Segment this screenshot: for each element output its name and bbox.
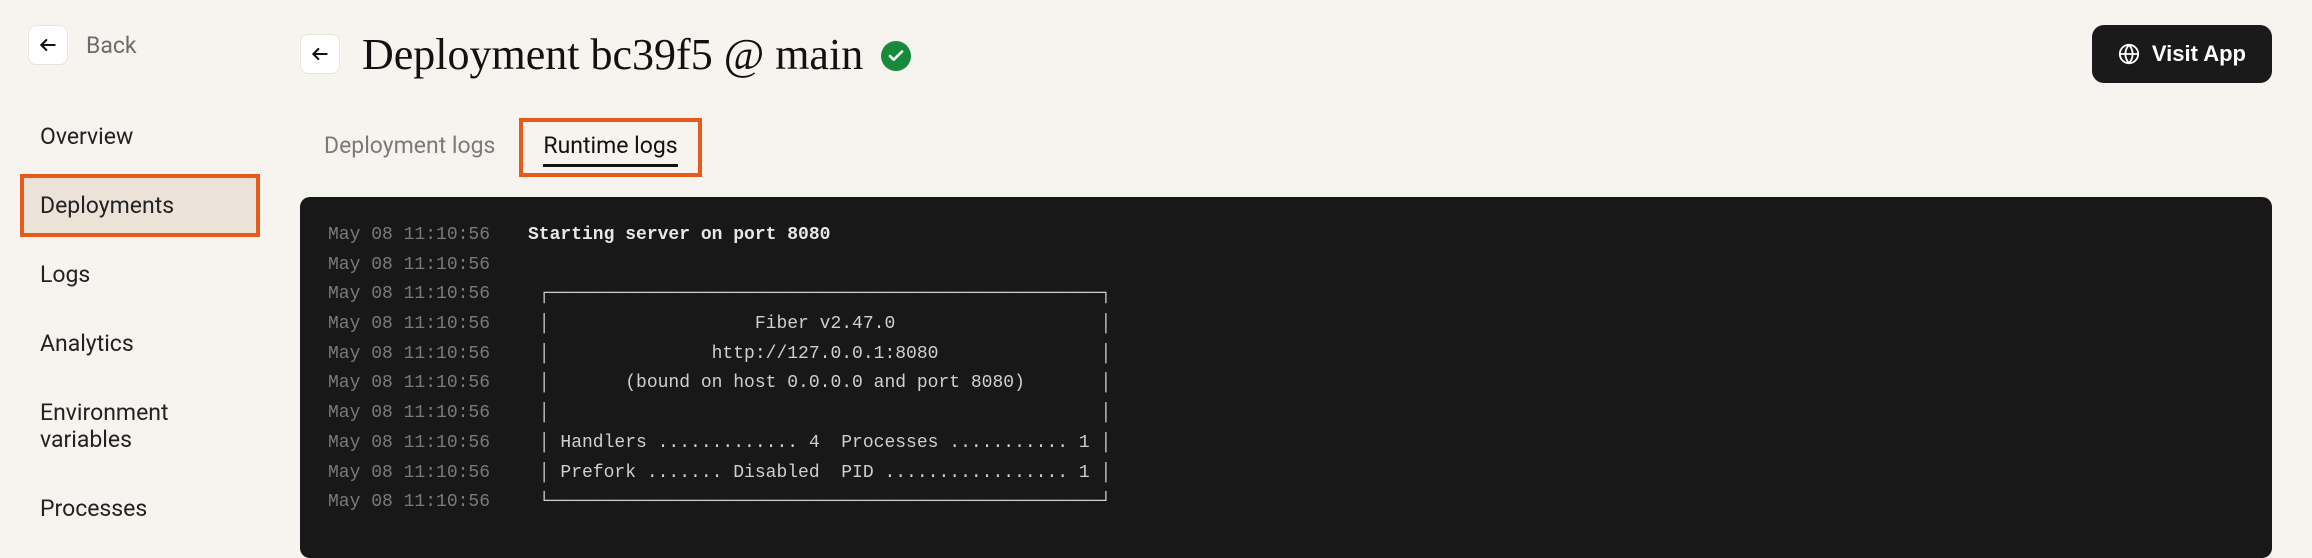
log-message: │ (bound on host 0.0.0.0 and port 8080) …: [528, 369, 1122, 399]
visit-app-button[interactable]: Visit App: [2092, 25, 2272, 83]
log-timestamp: May 08 11:10:56: [328, 310, 528, 340]
log-line: May 08 11:10:56 │ │: [328, 399, 2244, 429]
tab-deployment-logs[interactable]: Deployment logs: [300, 118, 519, 177]
tab-runtime-logs[interactable]: Runtime logs: [519, 118, 701, 177]
status-badge-success: [881, 41, 911, 71]
log-message: │ │: [528, 399, 1122, 429]
log-timestamp: May 08 11:10:56: [328, 459, 528, 489]
log-line: May 08 11:10:56 │ http://127.0.0.1:8080 …: [328, 340, 2244, 370]
log-timestamp: May 08 11:10:56: [328, 429, 528, 459]
back-row: Back: [20, 25, 260, 65]
log-timestamp: May 08 11:10:56: [328, 280, 528, 310]
sidebar: Back Overview Deployments Logs Analytics…: [0, 0, 280, 558]
log-message: │ http://127.0.0.1:8080 │: [528, 340, 1122, 370]
log-timestamp: May 08 11:10:56: [328, 340, 528, 370]
log-line: May 08 11:10:56 │ Prefork ....... Disabl…: [328, 459, 2244, 489]
sidebar-item-label: Logs: [40, 261, 90, 288]
back-label[interactable]: Back: [86, 32, 137, 59]
header-back-button[interactable]: [300, 34, 340, 74]
back-button[interactable]: [28, 25, 68, 65]
globe-icon: [2118, 43, 2140, 65]
sidebar-item-processes[interactable]: Processes: [20, 477, 260, 540]
log-message: │ Prefork ....... Disabled PID .........…: [528, 459, 1122, 489]
log-message: └───────────────────────────────────────…: [528, 488, 1122, 518]
arrow-left-icon: [38, 35, 58, 55]
sidebar-item-logs[interactable]: Logs: [20, 243, 260, 306]
log-timestamp: May 08 11:10:56: [328, 221, 528, 251]
arrow-left-icon: [310, 44, 330, 64]
log-line: May 08 11:10:56 │ (bound on host 0.0.0.0…: [328, 369, 2244, 399]
log-timestamp: May 08 11:10:56: [328, 488, 528, 518]
tab-label: Deployment logs: [324, 132, 495, 159]
log-panel: May 08 11:10:56Starting server on port 8…: [300, 197, 2272, 558]
log-timestamp: May 08 11:10:56: [328, 399, 528, 429]
sidebar-item-overview[interactable]: Overview: [20, 105, 260, 168]
log-line: May 08 11:10:56 ┌───────────────────────…: [328, 280, 2244, 310]
log-line: May 08 11:10:56 │ Fiber v2.47.0 │: [328, 310, 2244, 340]
log-message: │ Handlers ............. 4 Processes ...…: [528, 429, 1122, 459]
tabs: Deployment logs Runtime logs: [300, 118, 2272, 177]
log-line: May 08 11:10:56Starting server on port 8…: [328, 221, 2244, 251]
log-timestamp: May 08 11:10:56: [328, 251, 528, 281]
visit-app-label: Visit App: [2152, 41, 2246, 67]
check-icon: [887, 47, 905, 65]
sidebar-item-label: Analytics: [40, 330, 134, 357]
sidebar-item-label: Overview: [40, 123, 133, 150]
sidebar-item-label: Processes: [40, 495, 147, 522]
log-timestamp: May 08 11:10:56: [328, 369, 528, 399]
sidebar-item-label: Deployments: [40, 192, 174, 219]
log-message: ┌───────────────────────────────────────…: [528, 280, 1122, 310]
page-title: Deployment bc39f5 @ main: [362, 29, 863, 80]
log-message: Starting server on port 8080: [528, 221, 830, 251]
log-line: May 08 11:10:56 │ Handlers .............…: [328, 429, 2244, 459]
log-message: │ Fiber v2.47.0 │: [528, 310, 1122, 340]
sidebar-item-env-vars[interactable]: Environment variables: [20, 381, 260, 471]
sidebar-item-deployments[interactable]: Deployments: [20, 174, 260, 237]
log-line: May 08 11:10:56 └───────────────────────…: [328, 488, 2244, 518]
main-content: Deployment bc39f5 @ main Visit App Deplo…: [280, 0, 2312, 558]
tab-label: Runtime logs: [543, 132, 677, 159]
log-line: May 08 11:10:56: [328, 251, 2244, 281]
sidebar-item-label: Environment variables: [40, 399, 169, 453]
page-header: Deployment bc39f5 @ main Visit App: [300, 25, 2272, 83]
sidebar-item-analytics[interactable]: Analytics: [20, 312, 260, 375]
